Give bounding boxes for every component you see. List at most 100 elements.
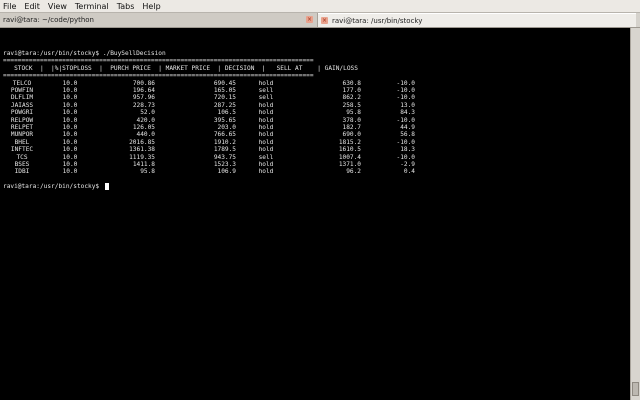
table-cell: 13.0 bbox=[400, 101, 415, 109]
table-row: POWGRI 10.0 52.0 106.5 hold 95.8 84.3 bbox=[3, 109, 630, 116]
table-cell: 1007.4 bbox=[338, 153, 361, 161]
table-cell: 1361.38 bbox=[129, 146, 155, 154]
table-cell: 10.0 bbox=[62, 124, 78, 131]
table-cell: JAIASS bbox=[10, 101, 34, 109]
table-cell: sell bbox=[258, 86, 274, 94]
table-cell: 1815.2 bbox=[338, 138, 361, 146]
table-cell: 10.0 bbox=[62, 109, 78, 117]
table-cell: hold bbox=[258, 101, 274, 109]
terminal-output[interactable]: ravi@tara:/usr/bin/stocky$ ./BuySellDeci… bbox=[0, 28, 630, 400]
table-row: TELCO 10.0 700.86 690.45 hold 630.8 -10.0 bbox=[3, 80, 630, 87]
prompt-text: ravi@tara:/usr/bin/stocky$ bbox=[3, 183, 103, 191]
table-cell: 943.75 bbox=[213, 153, 236, 161]
table-cell: INFTEC bbox=[10, 146, 34, 154]
table-row: POWFIN 10.0 196.64 165.05 sell 177.0 -10.0 bbox=[3, 87, 630, 94]
close-icon[interactable]: × bbox=[321, 17, 328, 24]
table-cell: POWFIN bbox=[10, 86, 34, 94]
prompt-line[interactable]: ravi@tara:/usr/bin/stocky$ bbox=[3, 183, 630, 191]
table-cell: 10.0 bbox=[62, 146, 78, 154]
table-cell: TELCO bbox=[12, 79, 32, 87]
table-cell: -10.0 bbox=[396, 79, 416, 87]
table-cell: DLFLIM bbox=[10, 94, 34, 102]
header-line: STOCK | |%|STOPLOSS | PURCH PRICE | MARK… bbox=[3, 64, 358, 72]
table-cell: hold bbox=[258, 138, 274, 146]
table-cell: 10.0 bbox=[62, 161, 78, 169]
table-cell: 690.0 bbox=[342, 131, 362, 139]
table-cell: 10.0 bbox=[62, 138, 78, 146]
table-cell: 1523.3 bbox=[213, 161, 236, 169]
table-cell: -10.0 bbox=[396, 138, 416, 146]
table-cell: 10.0 bbox=[62, 153, 78, 161]
table-cell: 126.05 bbox=[132, 124, 155, 131]
table-cell: 95.8 bbox=[140, 168, 155, 176]
table-cell: 10.0 bbox=[62, 79, 78, 87]
table-cell: 228.73 bbox=[132, 101, 155, 109]
table-cell: -10.0 bbox=[396, 153, 416, 161]
table-cell: 420.0 bbox=[136, 116, 156, 124]
tab-stocky[interactable]: × ravi@tara: /usr/bin/stocky bbox=[318, 13, 636, 27]
table-cell: 106.9 bbox=[217, 168, 237, 176]
tab-label: ravi@tara: /usr/bin/stocky bbox=[332, 17, 423, 25]
table-row: BSES 10.0 1411.8 1523.3 hold 1371.0 -2.9 bbox=[3, 161, 630, 168]
table-row: BHEL 10.0 2016.85 1910.2 hold 1815.2 -10.0 bbox=[3, 139, 630, 146]
table-cell: 1910.2 bbox=[213, 138, 236, 146]
table-cell: 1371.0 bbox=[338, 161, 361, 169]
tab-label: ravi@tara: ~/code/python bbox=[3, 16, 94, 24]
scrollbar-thumb[interactable] bbox=[632, 382, 639, 396]
table-cell: 44.9 bbox=[400, 124, 415, 131]
menu-bar: File Edit View Terminal Tabs Help bbox=[0, 0, 640, 13]
table-cell: MUNPOR bbox=[10, 131, 34, 139]
table-cell: 862.2 bbox=[342, 94, 362, 102]
table-row: MUNPOR 10.0 440.0 766.65 hold 690.0 56.8 bbox=[3, 131, 630, 138]
table-cell: 10.0 bbox=[62, 86, 78, 94]
menu-tabs[interactable]: Tabs bbox=[117, 0, 135, 13]
table-cell: 95.8 bbox=[346, 109, 361, 117]
table-row: RELPOW 10.0 420.0 395.65 hold 378.0 -10.0 bbox=[3, 117, 630, 124]
table-cell: 1411.8 bbox=[132, 161, 155, 169]
table-cell: TCS bbox=[16, 153, 28, 161]
menu-edit[interactable]: Edit bbox=[24, 0, 40, 13]
table-cell: BSES bbox=[14, 161, 30, 169]
table-cell: 2016.85 bbox=[129, 138, 155, 146]
table-cell: 10.0 bbox=[62, 168, 78, 176]
table-cell: hold bbox=[258, 161, 274, 169]
separator-line: ========================================… bbox=[3, 57, 314, 65]
table-cell: 395.65 bbox=[213, 116, 236, 124]
menu-view[interactable]: View bbox=[48, 0, 67, 13]
table-cell: hold bbox=[258, 109, 274, 117]
table-cell: -10.0 bbox=[396, 86, 416, 94]
table-cell: 182.7 bbox=[342, 124, 362, 131]
close-icon[interactable]: × bbox=[306, 16, 313, 23]
scrollbar[interactable] bbox=[630, 28, 640, 400]
table-row: DLFLIM 10.0 957.96 720.15 sell 862.2 -10.0 bbox=[3, 94, 630, 101]
table-cell: -10.0 bbox=[396, 94, 416, 102]
table-cell: hold bbox=[258, 131, 274, 139]
table-cell: 957.96 bbox=[132, 94, 155, 102]
table-cell: 96.2 bbox=[346, 168, 361, 176]
separator-line: ========================================… bbox=[3, 72, 314, 80]
table-cell: 630.8 bbox=[342, 79, 362, 87]
table-cell: 56.8 bbox=[400, 131, 415, 139]
table-cell: BHEL bbox=[14, 138, 30, 146]
table-row: JAIASS 10.0 228.73 287.25 hold 258.5 13.0 bbox=[3, 102, 630, 109]
table-cell: 10.0 bbox=[62, 94, 78, 102]
table-cell: 258.5 bbox=[342, 101, 362, 109]
table-cell: 1610.5 bbox=[338, 146, 361, 154]
table-cell: 0.4 bbox=[403, 168, 415, 176]
table-cell: sell bbox=[258, 94, 274, 102]
command-line: ravi@tara:/usr/bin/stocky$ ./BuySellDeci… bbox=[3, 50, 166, 57]
menu-terminal[interactable]: Terminal bbox=[75, 0, 109, 13]
table-cell: 196.64 bbox=[132, 86, 155, 94]
table-cell: 165.05 bbox=[213, 86, 236, 94]
table-cell: 766.65 bbox=[213, 131, 236, 139]
table-cell: 700.86 bbox=[132, 79, 155, 87]
table-cell: 287.25 bbox=[213, 101, 236, 109]
table-row: IDBI 10.0 95.8 106.9 hold 96.2 0.4 bbox=[3, 168, 630, 175]
table-cell: -2.9 bbox=[400, 161, 415, 169]
table-cell: 690.45 bbox=[213, 79, 236, 87]
tab-python[interactable]: ravi@tara: ~/code/python × bbox=[0, 13, 318, 27]
table-cell: sell bbox=[258, 153, 274, 161]
menu-help[interactable]: Help bbox=[142, 0, 160, 13]
menu-file[interactable]: File bbox=[3, 0, 16, 13]
table-cell: hold bbox=[258, 168, 274, 176]
